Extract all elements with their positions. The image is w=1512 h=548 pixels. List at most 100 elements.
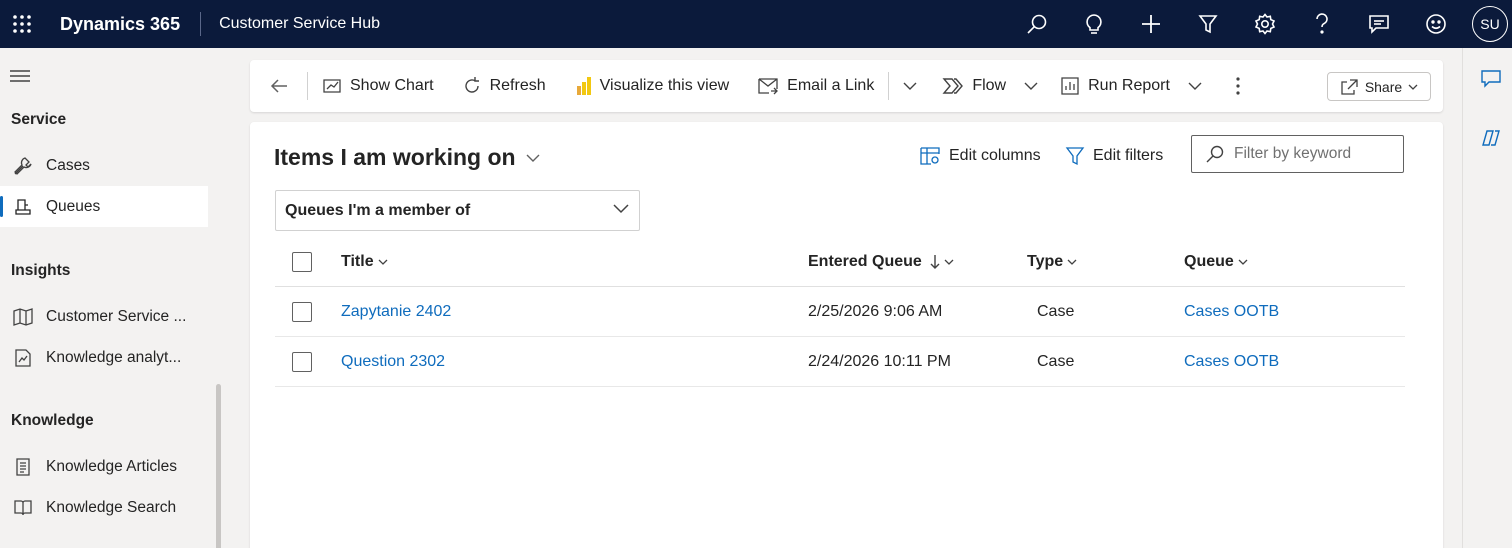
more-commands-button[interactable] — [1236, 60, 1240, 112]
refresh-label: Refresh — [489, 77, 546, 94]
visualize-view-button[interactable]: Visualize this view — [576, 60, 729, 112]
table-row[interactable]: Question 2302 2/24/2026 10:11 PM Case Ca… — [275, 337, 1405, 387]
column-header-title[interactable]: Title — [341, 237, 388, 287]
filter-by-keyword-input[interactable] — [1234, 145, 1394, 163]
edit-columns-button[interactable]: Edit columns — [919, 146, 1041, 166]
sidebar-item-label: Cases — [46, 156, 90, 174]
queue-icon — [0, 197, 46, 217]
row-type: Case — [1037, 353, 1075, 370]
run-report-label: Run Report — [1088, 77, 1170, 94]
command-bar: Show Chart Refresh Visualize this view E… — [250, 60, 1443, 112]
copilot-icon[interactable] — [1481, 128, 1501, 153]
sidebar-item-label: Knowledge Search — [46, 498, 177, 516]
column-header-label: Type — [1027, 253, 1064, 270]
show-chart-button[interactable]: Show Chart — [322, 60, 434, 112]
chart-icon — [323, 79, 341, 93]
flow-icon — [942, 78, 964, 94]
plus-icon[interactable] — [1122, 0, 1179, 48]
row-title-link[interactable]: Question 2302 — [341, 337, 445, 387]
column-header-entered-queue[interactable]: Entered Queue — [808, 237, 954, 287]
row-title-link[interactable]: Zapytanie 2402 — [341, 287, 451, 337]
chevron-down-icon — [613, 204, 629, 214]
chevron-down-icon — [903, 82, 917, 90]
wrench-icon — [0, 156, 46, 176]
brand-name[interactable]: Dynamics 365 — [44, 12, 202, 36]
chevron-down-icon — [1238, 259, 1248, 265]
back-button[interactable] — [250, 60, 307, 112]
column-header-label: Queue — [1184, 253, 1234, 270]
view-selector[interactable]: Items I am working on — [274, 144, 540, 171]
email-link-button[interactable]: Email a Link — [757, 60, 874, 112]
share-icon — [1341, 78, 1358, 95]
top-navigation-bar: Dynamics 365 Customer Service Hub SU — [0, 0, 1512, 48]
sidebar-item-queues[interactable]: Queues — [0, 186, 208, 227]
chevron-down-icon — [1188, 82, 1202, 90]
nav-group-service: Service — [11, 111, 67, 128]
sort-descending-arrow-icon — [930, 255, 940, 269]
column-header-queue[interactable]: Queue — [1184, 237, 1248, 287]
chevron-down-icon — [526, 154, 540, 162]
email-link-label: Email a Link — [787, 77, 875, 94]
conversation-icon[interactable] — [1481, 70, 1501, 93]
sidebar-item-cases[interactable]: Cases — [0, 145, 208, 186]
select-all-checkbox[interactable] — [292, 252, 312, 272]
arrow-left-icon — [270, 79, 287, 93]
refresh-button[interactable]: Refresh — [462, 60, 546, 112]
filter-icon[interactable] — [1179, 0, 1236, 48]
lightbulb-icon[interactable] — [1065, 0, 1122, 48]
table-row[interactable]: Zapytanie 2402 2/25/2026 9:06 AM Case Ca… — [275, 287, 1405, 337]
app-name[interactable]: Customer Service Hub — [201, 15, 380, 33]
article-icon — [0, 457, 46, 477]
queue-filter-dropdown[interactable]: Queues I'm a member of — [275, 190, 640, 231]
row-queue-link[interactable]: Cases OOTB — [1184, 287, 1279, 337]
edit-filters-button[interactable]: Edit filters — [1065, 146, 1163, 166]
column-header-type[interactable]: Type — [1027, 237, 1077, 287]
share-label: Share — [1364, 78, 1403, 95]
edit-filters-label: Edit filters — [1093, 147, 1164, 164]
search-icon[interactable] — [1008, 0, 1065, 48]
sidebar-item-customer-service-dashboard[interactable]: Customer Service ... — [0, 296, 208, 337]
right-side-pane-rail — [1462, 48, 1512, 548]
row-type: Case — [1037, 303, 1075, 320]
analytics-icon — [0, 348, 46, 368]
search-icon — [1206, 145, 1224, 163]
sidebar-item-label: Knowledge Articles — [46, 457, 177, 475]
site-map-sidebar: Service Cases Queues Insights Customer S… — [0, 48, 230, 548]
app-launcher-icon[interactable] — [0, 0, 44, 48]
nav-group-knowledge: Knowledge — [11, 412, 94, 429]
queue-filter-value: Queues I'm a member of — [285, 201, 471, 219]
chevron-down-icon — [1024, 82, 1038, 90]
chevron-down-icon — [378, 259, 388, 265]
refresh-icon — [464, 77, 479, 93]
divider — [307, 72, 308, 100]
row-entered-queue: 2/25/2026 9:06 AM — [808, 303, 943, 320]
divider — [888, 72, 890, 100]
power-bi-icon — [576, 77, 591, 95]
sidebar-item-knowledge-analytics[interactable]: Knowledge analyt... — [0, 337, 208, 378]
row-queue-link[interactable]: Cases OOTB — [1184, 337, 1279, 387]
sidebar-item-knowledge-articles[interactable]: Knowledge Articles — [0, 446, 208, 487]
user-avatar[interactable]: SU — [1472, 6, 1508, 42]
grid-header-row: Title Entered Queue Type Queue — [275, 237, 1405, 287]
row-checkbox[interactable] — [292, 302, 312, 322]
feedback-smiley-icon[interactable] — [1407, 0, 1464, 48]
settings-gear-icon[interactable] — [1236, 0, 1293, 48]
run-report-button[interactable]: Run Report — [1060, 60, 1202, 112]
row-checkbox[interactable] — [292, 352, 312, 372]
email-link-dropdown-button[interactable] — [903, 60, 917, 112]
show-chart-label: Show Chart — [350, 77, 434, 94]
chevron-down-icon — [1408, 84, 1418, 90]
queue-items-grid: Title Entered Queue Type Queue Zapytanie… — [275, 237, 1405, 387]
sidebar-item-label: Knowledge analyt... — [46, 348, 182, 366]
column-header-label: Title — [341, 253, 374, 270]
help-icon[interactable] — [1293, 0, 1350, 48]
share-button[interactable]: Share — [1327, 72, 1431, 101]
chat-icon[interactable] — [1350, 0, 1407, 48]
sidebar-scrollbar[interactable] — [216, 384, 221, 548]
filter-by-keyword-field[interactable] — [1191, 135, 1404, 173]
edit-columns-icon — [920, 147, 940, 165]
sidebar-item-knowledge-search[interactable]: Knowledge Search — [0, 487, 208, 528]
book-icon — [0, 498, 46, 518]
hamburger-menu-icon[interactable] — [10, 68, 30, 89]
flow-button[interactable]: Flow — [942, 60, 1038, 112]
